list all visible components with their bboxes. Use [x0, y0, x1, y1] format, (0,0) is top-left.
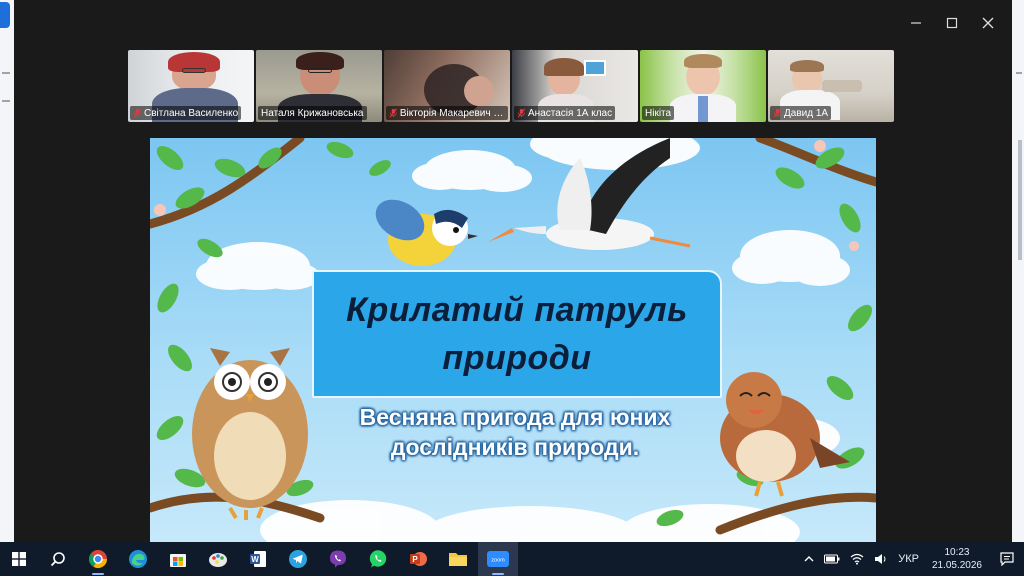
volume-button[interactable]	[869, 542, 893, 576]
slide-subtitle-line2: дослідників природи.	[390, 434, 640, 460]
minimize-icon	[911, 22, 921, 24]
close-button[interactable]	[972, 10, 1004, 36]
folder-icon	[449, 553, 467, 566]
shared-presentation-slide: Крилатий патруль природи Весняна пригода…	[150, 138, 876, 542]
participant-gallery: Світлана Василенко Наталя Крижановська В…	[128, 50, 896, 122]
battery-icon	[824, 554, 840, 564]
clock-date: 21.05.2026	[931, 560, 982, 571]
taskbar-paint[interactable]	[198, 542, 238, 576]
language-indicator[interactable]: УКР	[893, 542, 924, 576]
taskbar-viber[interactable]	[318, 542, 358, 576]
participant-tile[interactable]: Світлана Василенко	[128, 50, 254, 122]
maximize-icon	[946, 17, 958, 29]
taskbar-file-explorer[interactable]	[438, 542, 478, 576]
notifications-button[interactable]	[990, 542, 1024, 576]
windows-logo-icon	[12, 552, 26, 566]
participant-name: Світлана Василенко	[144, 107, 239, 119]
zoom-app-icon: zoom	[487, 551, 509, 567]
notification-icon	[1000, 552, 1014, 566]
taskbar-telegram[interactable]	[278, 542, 318, 576]
viber-icon	[330, 550, 346, 568]
slide-title-box: Крилатий патруль природи	[312, 270, 722, 398]
taskbar-store[interactable]	[158, 542, 198, 576]
telegram-icon	[289, 550, 307, 568]
window-controls	[900, 10, 1004, 36]
muted-mic-icon	[389, 108, 398, 118]
slide-title-line2: природи	[442, 339, 592, 377]
participant-name: Вікторія Макаревич 1...	[399, 107, 505, 119]
network-button[interactable]	[845, 542, 869, 576]
svg-text:W: W	[251, 555, 259, 564]
slide-title-line1: Крилатий патруль	[346, 291, 688, 329]
search-icon	[50, 552, 65, 567]
start-button[interactable]	[0, 542, 38, 576]
svg-text:P: P	[412, 555, 418, 564]
blue-tit-bird	[375, 199, 478, 266]
whatsapp-icon	[369, 550, 387, 568]
taskbar-powerpoint[interactable]: P	[398, 542, 438, 576]
chrome-icon	[89, 550, 107, 569]
screen: Світлана Василенко Наталя Крижановська В…	[0, 0, 1024, 576]
search-button[interactable]	[38, 542, 78, 576]
system-tray: УКР 10:23 21.05.2026	[799, 542, 1024, 576]
zoom-label: zoom	[491, 558, 505, 564]
maximize-button[interactable]	[936, 10, 968, 36]
participant-name: Нікіта	[645, 107, 672, 119]
participant-name: Наталя Крижановська	[261, 107, 364, 119]
taskbar: W P zoom УКР 10:23 21.05.2026	[0, 542, 1024, 576]
browser-tab-fragment	[0, 2, 10, 28]
muted-mic-icon	[133, 108, 142, 118]
background-window-right	[1012, 0, 1024, 542]
participant-name: Анастасія 1А клас	[528, 107, 613, 119]
word-icon: W	[250, 551, 266, 567]
close-icon	[982, 17, 994, 29]
taskbar-word[interactable]: W	[238, 542, 278, 576]
participant-tile[interactable]: Анастасія 1А клас	[512, 50, 638, 122]
chevron-up-icon	[804, 556, 814, 562]
taskbar-edge[interactable]	[118, 542, 158, 576]
wifi-icon	[850, 553, 864, 565]
participant-tile[interactable]: Давид 1А	[768, 50, 894, 122]
taskbar-whatsapp[interactable]	[358, 542, 398, 576]
participant-name: Давид 1А	[784, 107, 829, 119]
battery-button[interactable]	[819, 542, 845, 576]
speaker-icon	[875, 554, 886, 564]
powerpoint-icon: P	[410, 552, 427, 566]
taskbar-chrome[interactable]	[78, 542, 118, 576]
muted-mic-icon	[773, 108, 782, 118]
clock-time: 10:23	[944, 547, 970, 558]
participant-tile[interactable]: Вікторія Макаревич 1...	[384, 50, 510, 122]
zoom-meeting-window: Світлана Василенко Наталя Крижановська В…	[14, 0, 1012, 542]
slide-subtitle-line1: Весняна пригода для юних	[359, 404, 671, 430]
edge-icon	[129, 550, 147, 568]
microsoft-store-icon	[170, 554, 186, 567]
paint-icon	[209, 553, 227, 567]
taskbar-zoom[interactable]: zoom	[478, 542, 518, 576]
minimize-button[interactable]	[900, 10, 932, 36]
participant-tile-active-speaker[interactable]: Наталя Крижановська	[256, 50, 382, 122]
muted-mic-icon	[517, 108, 526, 118]
show-hidden-icons-button[interactable]	[799, 542, 819, 576]
background-window-left	[0, 0, 14, 542]
clock[interactable]: 10:23 21.05.2026	[924, 546, 990, 572]
participant-tile[interactable]: Нікіта	[640, 50, 766, 122]
